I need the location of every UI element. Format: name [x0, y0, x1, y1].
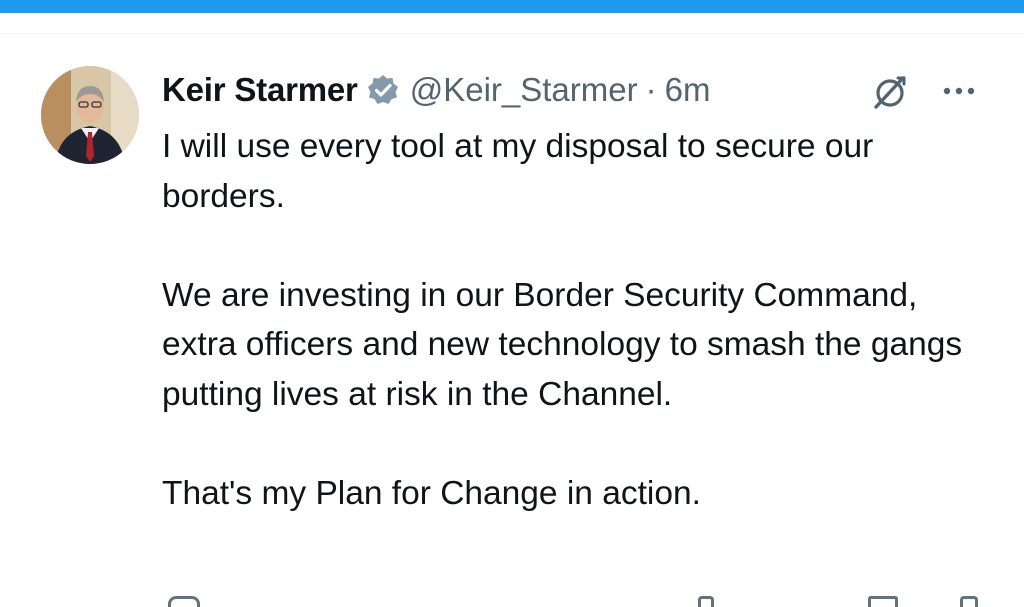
tweet-paragraph: That's my Plan for Change in action.: [162, 474, 701, 512]
avatar[interactable]: [41, 66, 139, 164]
bookmark-icon[interactable]: [868, 596, 898, 607]
tweet-text: I will use every tool at my disposal to …: [162, 122, 992, 518]
author-display-name[interactable]: Keir Starmer: [162, 71, 358, 109]
tweet-paragraph: I will use every tool at my disposal to …: [162, 128, 874, 215]
verified-badge-icon[interactable]: [366, 73, 400, 107]
avatar-image: [41, 66, 139, 164]
views-icon[interactable]: [698, 596, 714, 607]
tweet-paragraph: We are investing in our Border Security …: [162, 276, 963, 413]
tweet-timestamp[interactable]: 6m: [665, 71, 711, 109]
share-icon[interactable]: [960, 596, 978, 607]
author-handle[interactable]: @Keir_Starmer: [410, 71, 638, 109]
top-accent-bar: [0, 0, 1024, 13]
tweet-actions-row: [0, 592, 1024, 607]
header-separator: ·: [645, 71, 657, 108]
header-divider: [0, 33, 1024, 34]
grok-icon[interactable]: [870, 72, 910, 112]
more-options-icon[interactable]: [939, 80, 979, 102]
tweet-header: Keir Starmer @Keir_Starmer · 6m: [162, 70, 710, 110]
reply-icon[interactable]: [168, 596, 200, 607]
